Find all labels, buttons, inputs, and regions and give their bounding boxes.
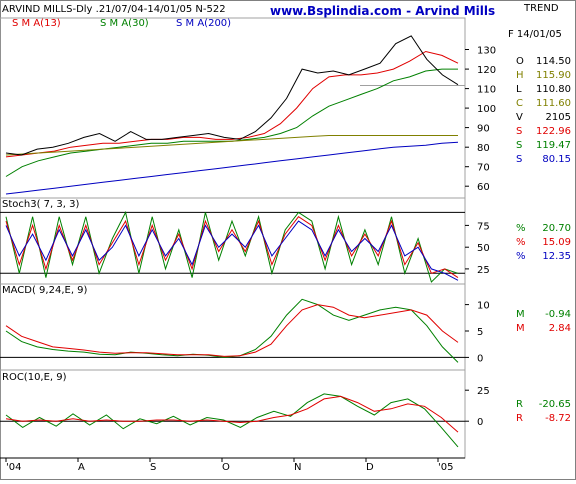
readout-value: 119.47 bbox=[536, 140, 571, 151]
readout-value: 12.35 bbox=[542, 251, 571, 262]
chart-header-title: ARVIND MILLS-Dly .21/07/04-14/01/05 N-52… bbox=[2, 4, 226, 15]
readout-value: -8.72 bbox=[545, 413, 571, 424]
readout-value: 20.70 bbox=[542, 223, 571, 234]
macd-tick-label: 10 bbox=[477, 301, 490, 312]
stoch-readout: % 20.70 % 15.09 % 12.35 bbox=[516, 223, 571, 262]
readout-label: S bbox=[516, 154, 522, 165]
x-axis-label: '04 bbox=[6, 462, 21, 473]
readout-value: 111.60 bbox=[536, 98, 571, 109]
macd-tick-label: 5 bbox=[477, 327, 483, 338]
price-tick-label: 100 bbox=[477, 104, 496, 115]
readout-value: -0.94 bbox=[545, 309, 571, 320]
roc-tick-label: 0 bbox=[477, 417, 483, 428]
readout-label: % bbox=[516, 251, 526, 262]
readout-value: 15.09 bbox=[542, 237, 571, 248]
legend-sma200: S M A(200) bbox=[176, 18, 231, 29]
x-axis-label: O bbox=[222, 462, 230, 473]
stoch-title: Stoch3( 7, 3, 3) bbox=[2, 199, 79, 210]
macd-title: MACD( 9,24,E, 9) bbox=[2, 285, 88, 296]
date-label: F 14/01/05 bbox=[508, 29, 562, 40]
stoch-tick-label: 75 bbox=[477, 221, 490, 232]
stoch-tick-label: 25 bbox=[477, 265, 490, 276]
readout-label: O bbox=[516, 56, 524, 67]
stoch-tick-label: 50 bbox=[477, 243, 490, 254]
readout-value: 115.90 bbox=[536, 70, 571, 81]
x-axis-label: N bbox=[294, 462, 301, 473]
readout-value: -20.65 bbox=[539, 399, 571, 410]
readout-label: S bbox=[516, 140, 522, 151]
price-tick-label: 90 bbox=[477, 124, 490, 135]
legend-sma13: S M A(13) bbox=[12, 18, 61, 29]
readout-label: R bbox=[516, 399, 523, 410]
readout-label: L bbox=[516, 84, 522, 95]
roc-tick-label: 25 bbox=[477, 386, 490, 397]
site-title: www.Bsplindia.com - Arvind Mills bbox=[270, 4, 495, 18]
price-tick-label: 80 bbox=[477, 143, 490, 154]
readout-label: M bbox=[516, 309, 525, 320]
readout-value: 114.50 bbox=[536, 56, 571, 67]
trend-label: TREND bbox=[523, 3, 559, 14]
readout-label: M bbox=[516, 323, 525, 334]
price-tick-label: 60 bbox=[477, 182, 490, 193]
readout-label: % bbox=[516, 237, 526, 248]
x-axis-label: A bbox=[78, 462, 85, 473]
readout-label: V bbox=[516, 112, 523, 123]
x-axis-label: D bbox=[366, 462, 374, 473]
price-tick-label: 130 bbox=[477, 46, 496, 57]
readout-value: 122.96 bbox=[536, 126, 571, 137]
readout-label: % bbox=[516, 223, 526, 234]
readout-label: H bbox=[516, 70, 524, 81]
legend-sma30: S M A(30) bbox=[100, 18, 149, 29]
price-tick-label: 110 bbox=[477, 85, 496, 96]
readout-value: 110.80 bbox=[536, 84, 571, 95]
stock-chart: ARVIND MILLS-Dly .21/07/04-14/01/05 N-52… bbox=[0, 0, 576, 480]
readout-label: C bbox=[516, 98, 523, 109]
readout-value: 2.84 bbox=[549, 323, 571, 334]
readout-label: S bbox=[516, 126, 522, 137]
price-tick-label: 120 bbox=[477, 65, 496, 76]
x-axis-label: S bbox=[150, 462, 156, 473]
chart-root: ARVIND MILLS-Dly .21/07/04-14/01/05 N-52… bbox=[0, 0, 576, 480]
readout-label: R bbox=[516, 413, 523, 424]
readout-value: 2105 bbox=[546, 112, 571, 123]
roc-title: ROC(10,E, 9) bbox=[2, 372, 67, 383]
readout-value: 80.15 bbox=[542, 154, 571, 165]
price-tick-label: 70 bbox=[477, 163, 490, 174]
macd-tick-label: 0 bbox=[477, 353, 483, 364]
x-axis-label: '05 bbox=[438, 462, 453, 473]
